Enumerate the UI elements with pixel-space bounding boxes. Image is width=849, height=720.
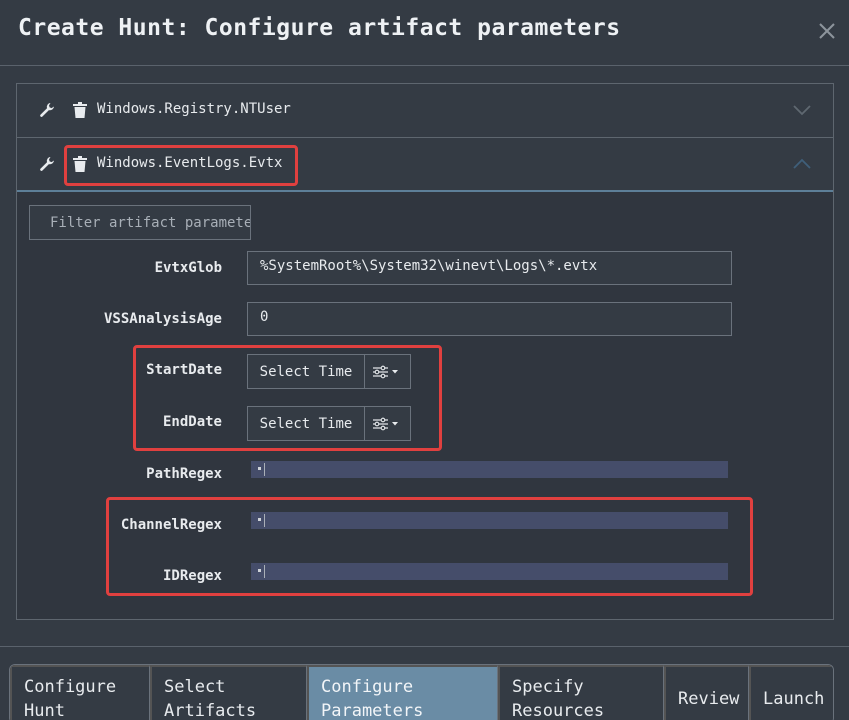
startdate-picker: Select Time: [247, 354, 411, 389]
step-label-line2: Resources: [512, 700, 605, 720]
sliders-icon: [373, 417, 398, 431]
step-label-line1: Configure: [321, 676, 414, 697]
vssanalysisage-field[interactable]: [247, 302, 732, 336]
step-select-artifacts[interactable]: Select Artifacts: [150, 665, 307, 720]
regex-value-dot: [258, 467, 261, 470]
filter-params-input[interactable]: [29, 205, 251, 240]
text-cursor: [264, 565, 265, 578]
wrench-icon[interactable]: [39, 156, 55, 172]
wizard-steps: Configure Hunt Select Artifacts Configur…: [9, 664, 834, 720]
step-specify-resources[interactable]: Specify Resources: [498, 665, 664, 720]
evtxglob-label: EvtxGlob: [154, 260, 222, 276]
channelregex-editor[interactable]: [251, 512, 728, 529]
step-label-line1: Configure: [24, 676, 117, 697]
startdate-label: StartDate: [146, 362, 222, 378]
idregex-editor[interactable]: [251, 563, 728, 580]
artifact-name: Windows.EventLogs.Evtx: [97, 155, 283, 171]
wrench-icon[interactable]: [39, 102, 55, 118]
evtxglob-field[interactable]: [247, 251, 732, 285]
step-label-line2: Artifacts: [164, 700, 257, 720]
regex-value-dot: [258, 518, 261, 521]
chevron-up-icon[interactable]: [793, 158, 811, 170]
idregex-label: IDRegex: [162, 568, 222, 584]
chevron-down-icon[interactable]: [793, 104, 811, 116]
trash-icon[interactable]: [73, 102, 87, 118]
startdate-select-time-button[interactable]: Select Time: [247, 354, 365, 389]
step-configure-hunt[interactable]: Configure Hunt: [10, 665, 150, 720]
close-button[interactable]: [814, 18, 840, 44]
startdate-options-button[interactable]: [365, 354, 411, 389]
step-label-line2: Hunt: [24, 700, 65, 720]
regex-value-dot: [258, 569, 261, 572]
artifacts-panel: Windows.Registry.NTUser Windows.EventLog…: [16, 83, 834, 620]
text-cursor: [264, 514, 265, 527]
sliders-icon: [373, 365, 398, 379]
enddate-label: EndDate: [162, 414, 222, 430]
trash-icon[interactable]: [73, 156, 87, 172]
step-launch[interactable]: Launch: [749, 665, 833, 720]
text-cursor: [264, 463, 265, 476]
step-review[interactable]: Review: [664, 665, 749, 720]
footer-divider: [0, 646, 849, 647]
step-configure-parameters[interactable]: Configure Parameters: [307, 665, 498, 720]
vssanalysisage-label: VSSAnalysisAge: [103, 311, 222, 327]
channelregex-label: ChannelRegex: [120, 517, 222, 533]
modal-header: Create Hunt: Configure artifact paramete…: [0, 0, 849, 66]
pathregex-label: PathRegex: [146, 466, 222, 482]
step-label-line1: Select: [164, 676, 226, 697]
artifact-header-ntuser[interactable]: Windows.Registry.NTUser: [17, 84, 833, 138]
enddate-select-time-button[interactable]: Select Time: [247, 406, 365, 441]
step-label-line1: Specify: [512, 676, 584, 697]
step-label-line2: Parameters: [321, 700, 424, 720]
pathregex-editor[interactable]: [251, 461, 728, 478]
artifact-name: Windows.Registry.NTUser: [97, 101, 291, 117]
step-label-line1: Launch: [763, 688, 825, 709]
modal-title: Create Hunt: Configure artifact paramete…: [18, 15, 621, 41]
artifact-header-evtx[interactable]: Windows.EventLogs.Evtx: [17, 138, 833, 192]
enddate-picker: Select Time: [247, 406, 411, 441]
step-label-line1: Review: [678, 688, 740, 709]
enddate-options-button[interactable]: [365, 406, 411, 441]
close-icon: [819, 23, 835, 39]
